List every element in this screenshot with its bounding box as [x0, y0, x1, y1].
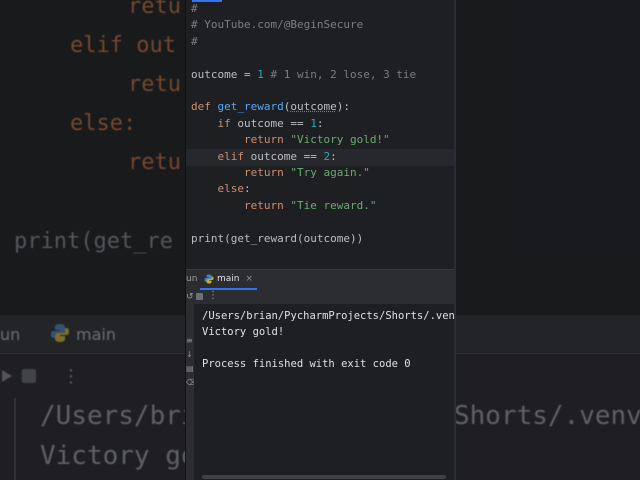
- run-tab-main[interactable]: main ×: [200, 270, 258, 290]
- code-line[interactable]: return "Tie reward.": [191, 198, 376, 214]
- code-token: outcome: [237, 116, 291, 130]
- code-line[interactable]: print(get_reward(outcome)): [191, 231, 363, 247]
- code-token: print: [191, 231, 225, 245]
- code-token: outcome: [303, 231, 350, 245]
- code-token: 1: [310, 116, 317, 130]
- scroll-to-end-icon[interactable]: ↓: [186, 350, 193, 359]
- code-token: :: [316, 116, 324, 130]
- code-line[interactable]: outcome = 1 # 1 win, 2 lose, 3 tie: [191, 67, 416, 83]
- print-icon[interactable]: ▤: [186, 364, 194, 373]
- panel-right-edge: [454, 0, 456, 480]
- code-line[interactable]: if outcome == 1:: [191, 116, 323, 132]
- python-logo-icon: [204, 274, 214, 284]
- run-tool-window-header: un main ×: [186, 269, 454, 290]
- code-token: :: [243, 182, 251, 196]
- stop-icon[interactable]: [196, 293, 203, 300]
- soft-wrap-icon[interactable]: ≡: [186, 336, 193, 345]
- code-token: :: [330, 149, 337, 163]
- code-token: def: [191, 100, 218, 114]
- code-token: ):: [336, 100, 350, 114]
- close-tab-icon[interactable]: ×: [246, 274, 254, 284]
- code-line[interactable]: return "Victory gold!": [191, 132, 390, 148]
- code-editor[interactable]: # # YouTube.com/@BeginSecure # outcome = 1 …: [186, 0, 454, 269]
- code-token: =: [237, 67, 258, 81]
- code-token: (: [224, 231, 231, 245]
- code-line[interactable]: #: [191, 34, 198, 50]
- code-token: return: [191, 198, 291, 212]
- code-line[interactable]: else:: [191, 181, 251, 197]
- code-token: outcome: [250, 149, 304, 163]
- code-token: # YouTube.com/@BeginSecure: [191, 18, 364, 32]
- run-tool-label[interactable]: un: [186, 274, 197, 284]
- console-line: /Users/brian/PycharmProjects/Shorts/.ven…: [202, 310, 454, 322]
- code-token: "Try again.": [290, 166, 370, 179]
- console-line: Process finished with exit code 0: [202, 358, 411, 370]
- code-token: get_reward: [230, 231, 297, 245]
- code-token: )): [349, 231, 364, 245]
- code-line[interactable]: def get_reward(outcome):: [191, 99, 350, 115]
- ide-window: # # YouTube.com/@BeginSecure # outcome = 1 …: [186, 0, 454, 480]
- horizontal-scrollbar[interactable]: [202, 475, 446, 479]
- code-line[interactable]: #: [191, 1, 198, 17]
- rerun-icon[interactable]: ↺: [186, 292, 194, 302]
- code-token: 1: [257, 67, 264, 81]
- code-line[interactable]: # YouTube.com/@BeginSecure: [191, 17, 363, 33]
- code-token: # 1 win, 2 lose, 3 tie: [263, 67, 417, 81]
- more-vertical-icon[interactable]: ⋮: [208, 290, 218, 301]
- code-token: "Tie reward.": [290, 198, 377, 212]
- code-token: ==: [290, 116, 311, 130]
- code-token: ==: [303, 149, 324, 163]
- code-token: else: [191, 182, 244, 196]
- console-line: Victory gold!: [202, 326, 285, 338]
- code-token: if: [191, 116, 238, 130]
- code-line[interactable]: return "Try again.": [191, 165, 370, 181]
- code-token: elif: [191, 149, 251, 163]
- code-token: return: [191, 166, 291, 179]
- code-line[interactable]: elif outcome == 2:: [191, 149, 337, 165]
- code-token: #: [191, 2, 198, 15]
- code-token: get_reward: [217, 100, 284, 114]
- code-token: return: [191, 133, 291, 147]
- run-console[interactable]: /Users/brian/PycharmProjects/Shorts/.ven…: [194, 304, 454, 474]
- code-token: #: [191, 34, 198, 48]
- code-token: (: [296, 231, 304, 245]
- code-token: outcome: [191, 67, 238, 81]
- code-token: outcome: [290, 100, 337, 114]
- code-token: "Victory gold!": [290, 133, 390, 147]
- run-side-toolbar: ≡ ↓ ▤ ⌫: [186, 304, 197, 480]
- run-toolbar: ↺ ⋮: [186, 290, 454, 304]
- run-tab-label: main: [217, 274, 240, 284]
